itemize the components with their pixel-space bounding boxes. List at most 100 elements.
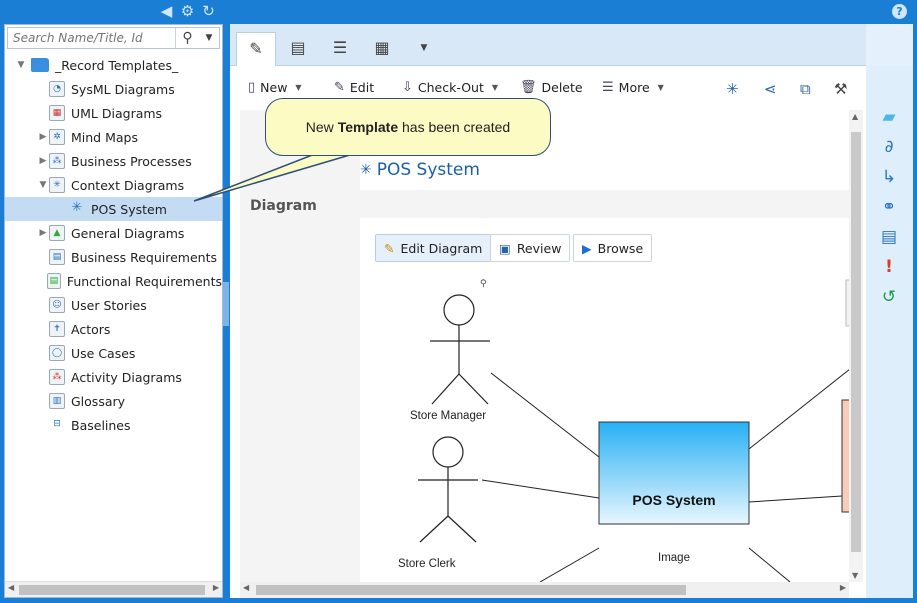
context-diagram-canvas[interactable]: ⚲ xyxy=(360,276,850,582)
review-button[interactable]: ▣ Review xyxy=(490,234,571,262)
tree-item-label: Activity Diagrams xyxy=(71,369,182,385)
tree-item-sysml[interactable]: ◔ SysML Diagrams xyxy=(5,77,222,101)
tree-item-use-cases[interactable]: ◯ Use Cases xyxy=(5,341,222,365)
search-dropdown-icon[interactable]: ▼ xyxy=(199,28,219,48)
tab-more-dropdown[interactable]: ▼ xyxy=(404,32,444,66)
tree-item-activity-diagrams[interactable]: ⁂ Activity Diagrams xyxy=(5,365,222,389)
tree-item-pos-system[interactable]: ✳ POS System xyxy=(5,197,222,221)
link-icon[interactable]: ⚭ xyxy=(878,196,900,218)
history-icon[interactable]: ↺ xyxy=(878,286,900,308)
delete-button[interactable]: 🗑 Delete xyxy=(520,80,583,95)
callout-notification: New Template has been created xyxy=(265,98,551,156)
review-label: Review xyxy=(516,240,562,256)
tools-icon[interactable]: ⚒ xyxy=(834,80,847,98)
edit-diagram-label: Edit Diagram xyxy=(400,240,483,256)
callout-prefix: New xyxy=(305,119,334,135)
scroll-left-icon[interactable]: ◀ xyxy=(243,583,249,592)
tree-item-label: Mind Maps xyxy=(71,129,138,145)
context-diagram-icon: ✳ xyxy=(71,200,83,215)
more-button[interactable]: ☰ More ▼ xyxy=(602,80,664,95)
trace-arrow-icon[interactable]: ↳ xyxy=(878,166,900,188)
edit-diagram-button[interactable]: ✎ Edit Diagram xyxy=(375,234,492,262)
scroll-right-icon[interactable]: ▶ xyxy=(213,583,219,592)
expand-chevron-icon[interactable]: ▶ xyxy=(37,156,49,166)
grid-icon: ▦ xyxy=(374,38,390,57)
scroll-thumb[interactable] xyxy=(851,132,861,552)
tree-root-label: _Record Templates_ xyxy=(55,57,179,73)
actor-icon: ⚲ xyxy=(480,279,487,289)
check-out-button[interactable]: ⇩ Check-Out ▼ xyxy=(402,80,498,95)
chevron-down-icon: ▼ xyxy=(295,83,302,92)
hierarchy-icon: ☰ xyxy=(332,38,348,57)
tree-item-functional-requirements[interactable]: ▤ Functional Requirements xyxy=(5,269,222,293)
tree-item-label: Actors xyxy=(71,321,111,337)
scroll-right-icon[interactable]: ▶ xyxy=(840,583,846,592)
tree-item-uml[interactable]: ▦ UML Diagrams xyxy=(5,101,222,125)
actor-store-manager[interactable]: ⚲ xyxy=(430,279,490,405)
tab-details[interactable]: ✎ xyxy=(236,32,276,67)
scroll-left-icon[interactable]: ◀ xyxy=(8,583,14,592)
page-title: ✳ POS System xyxy=(360,160,480,180)
edit-icon: ✎ xyxy=(334,80,345,95)
back-icon[interactable]: ◀ xyxy=(158,3,175,20)
right-rail: ▰ ∂ ↳ ⚭ ▤ ! ↺ xyxy=(866,66,913,598)
tree-item-business-processes[interactable]: ▶ ⁂ Business Processes xyxy=(5,149,222,173)
actor-store-clerk[interactable] xyxy=(418,436,478,543)
scroll-thumb[interactable] xyxy=(256,585,686,595)
system-box[interactable] xyxy=(598,421,750,525)
scroll-down-icon[interactable]: ▼ xyxy=(852,571,858,580)
search-icon[interactable]: ⚲ xyxy=(175,28,199,48)
new-button[interactable]: ▯ New ▼ xyxy=(248,80,302,95)
tab-hierarchy[interactable]: ☰ xyxy=(320,32,360,66)
uml-diagram-icon: ▦ xyxy=(49,105,65,121)
tree-item-business-requirements[interactable]: ▤ Business Requirements xyxy=(5,245,222,269)
expand-chevron-icon[interactable]: ▼ xyxy=(15,60,27,70)
comments-icon[interactable]: ▰ xyxy=(878,106,900,128)
attachment-icon[interactable]: ∂ xyxy=(878,136,900,158)
left-horizontal-scrollbar[interactable]: ◀ ▶ xyxy=(5,581,222,597)
refresh-icon[interactable]: ↻ xyxy=(200,3,217,20)
search-input[interactable] xyxy=(8,28,175,48)
tree-item-glossary[interactable]: ▥ Glossary xyxy=(5,389,222,413)
tree-item-label: Use Cases xyxy=(71,345,136,361)
tree-item-label: POS System xyxy=(91,201,167,217)
horizontal-scrollbar[interactable]: ◀ ▶ xyxy=(240,582,849,598)
tree-item-label: SysML Diagrams xyxy=(71,81,175,97)
collapse-chevron-icon[interactable]: ▼ xyxy=(37,180,49,190)
scroll-thumb[interactable] xyxy=(19,585,205,595)
system-box-label: POS System xyxy=(632,492,716,508)
gear-icon[interactable]: ⚙ xyxy=(179,3,196,20)
open-external-icon[interactable]: ⧉ xyxy=(800,80,811,98)
tree-item-context-diagrams[interactable]: ▼ ✳ Context Diagrams xyxy=(5,173,222,197)
tree-item-label: UML Diagrams xyxy=(71,105,163,121)
tab-grid[interactable]: ▦ xyxy=(362,32,402,66)
document-view: ✳ POS System Diagram ✎ Edit Diagram ▣ Re… xyxy=(240,110,855,582)
expand-chevron-icon[interactable]: ▶ xyxy=(37,132,49,142)
diagram-area: ✎ Edit Diagram ▣ Review ▶ Browse ⚲ Store… xyxy=(360,218,850,582)
browse-button[interactable]: ▶ Browse xyxy=(573,234,653,262)
tree-item-user-stories[interactable]: ☺ User Stories xyxy=(5,293,222,317)
help-icon[interactable]: ? xyxy=(892,4,907,19)
panel-collapse-handle[interactable] xyxy=(223,282,229,326)
edit-button[interactable]: ✎ Edit xyxy=(334,80,374,95)
play-icon: ▶ xyxy=(582,240,592,256)
scroll-up-icon[interactable]: ▲ xyxy=(852,112,858,121)
properties-table-icon[interactable]: ▤ xyxy=(878,226,900,248)
chevron-down-icon: ▼ xyxy=(420,43,428,53)
relationships-icon[interactable]: ✳ xyxy=(726,80,739,98)
expand-chevron-icon[interactable]: ▶ xyxy=(37,228,49,238)
vertical-scrollbar[interactable]: ▲ ▼ xyxy=(849,110,863,582)
tab-document[interactable]: ▤ xyxy=(278,32,318,66)
section-label: Diagram xyxy=(250,198,317,214)
share-icon[interactable]: ⋖ xyxy=(764,80,777,98)
tree-item-baselines[interactable]: ⊟ Baselines xyxy=(5,413,222,437)
tree-item-label: Context Diagrams xyxy=(71,177,185,193)
tree-item-actors[interactable]: ✝ Actors xyxy=(5,317,222,341)
trash-icon: 🗑 xyxy=(520,80,537,95)
alert-icon[interactable]: ! xyxy=(878,256,900,278)
tree-root[interactable]: ▼ _Record Templates_ xyxy=(5,53,222,77)
tree-item-general-diagrams[interactable]: ▶ ▲ General Diagrams xyxy=(5,221,222,245)
tree-item-mind-maps[interactable]: ▶ ✲ Mind Maps xyxy=(5,125,222,149)
record-tree: ▼ _Record Templates_ ◔ SysML Diagrams ▦ … xyxy=(5,53,222,437)
business-process-icon: ⁂ xyxy=(49,153,65,169)
